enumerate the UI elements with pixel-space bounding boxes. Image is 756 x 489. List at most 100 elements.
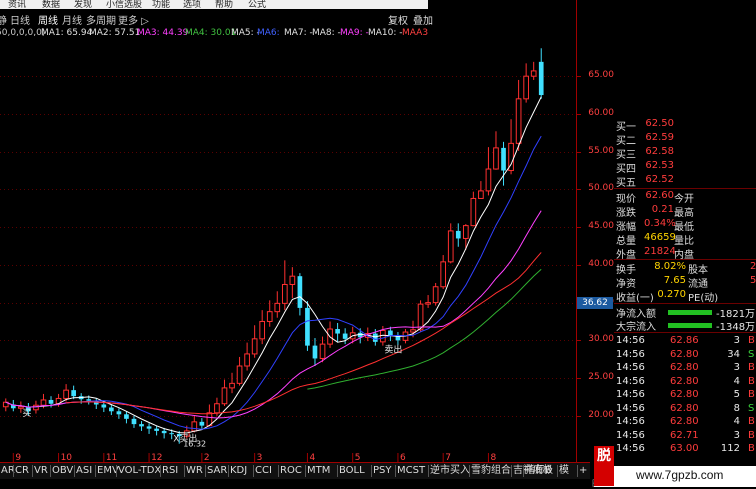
quote-label: 买五: [616, 178, 636, 189]
tab-separator: [337, 465, 338, 477]
quote-label: 外盘: [616, 250, 636, 261]
tick-time: 14:56: [616, 335, 645, 346]
candle: [48, 399, 54, 404]
tab-separator: [371, 465, 372, 477]
indicator-tab-20[interactable]: 指标B: [525, 464, 552, 478]
quote-extra-value: 5: [750, 275, 756, 286]
candle: [161, 430, 167, 434]
tick-row: 14:56 62.80 34 S: [614, 349, 756, 363]
tab-separator: [184, 465, 185, 477]
tab-separator: [253, 465, 254, 477]
quote-label: 买三: [616, 150, 636, 161]
quote-extra-label: 最高: [674, 208, 694, 219]
quote-extra-label: 量比: [674, 236, 694, 247]
price-axis-label: 20.00: [588, 409, 614, 420]
quote-extra-label: 最低: [674, 222, 694, 233]
tab-separator: [160, 465, 161, 477]
candle: [251, 338, 258, 355]
tab-separator: [428, 465, 429, 477]
candle: [410, 329, 416, 333]
indicator-tab-11[interactable]: CCI: [255, 464, 272, 478]
candle: [124, 414, 129, 419]
indicator-tab-21[interactable]: 模: [559, 464, 569, 478]
tab-separator: [50, 465, 51, 477]
tab-separator: [13, 465, 14, 477]
tick-time: 14:56: [616, 348, 645, 360]
tick-price: 62.80: [670, 402, 699, 414]
quote-extra-label: 股本: [688, 265, 708, 276]
tick-time: 14:56: [616, 416, 645, 427]
candle: [40, 399, 47, 406]
quote-label: 买一: [616, 122, 636, 133]
candle: [191, 421, 198, 432]
signal-label: 卖出: [384, 343, 402, 355]
tick-volume: 3: [733, 335, 740, 346]
month-label: 5: [355, 453, 361, 463]
indicator-tab-18[interactable]: 雪豹组合: [471, 464, 511, 478]
indicator-tab-7[interactable]: RSI: [162, 464, 178, 478]
indicator-tab-14[interactable]: BOLL: [339, 464, 365, 478]
candle: [146, 426, 152, 429]
quote-label: 买二: [616, 136, 636, 147]
tick-volume: 3: [733, 429, 740, 441]
quote-row: 买四 62.53: [614, 160, 756, 175]
tick-volume: 5: [733, 389, 740, 400]
site-watermark: 脱 www.7gpzb.com: [594, 446, 756, 487]
candle: [501, 147, 506, 171]
indicator-tab-6[interactable]: VOL-TDX: [118, 464, 161, 478]
quote-extra-value: 2: [750, 261, 756, 272]
watermark-logo: 脱: [594, 446, 614, 486]
price-axis-label: 60.00: [588, 107, 614, 118]
tick-side: B: [748, 375, 755, 387]
candle: [447, 230, 454, 263]
indicator-tab-3[interactable]: OBV: [52, 464, 73, 478]
quote-label: 买四: [616, 164, 636, 175]
quote-value: 7.65: [663, 275, 686, 286]
quote-value: 46659: [644, 232, 676, 243]
tick-price: 62.80: [670, 389, 699, 400]
candle: [319, 343, 326, 359]
quote-row: 买五 62.52: [614, 174, 756, 189]
fund-flow-row: 净流入额 -1821万: [614, 305, 756, 320]
indicator-tab-bar: AR CR VR OBV ASI EMV VOL-TDX RSI WR SAR KDJ CCI ROC M…: [0, 463, 590, 479]
current-price-tag: 36.62: [577, 297, 613, 309]
quote-label: 净资: [616, 279, 636, 290]
candle: [417, 303, 424, 331]
quote-label: 涨跌: [616, 208, 636, 219]
indicator-tab-22[interactable]: +: [579, 464, 587, 478]
month-label: 3: [257, 453, 263, 463]
month-label: 6: [400, 453, 406, 463]
quote-extra-label: 今开: [674, 194, 694, 205]
indicator-tab-1[interactable]: CR: [15, 464, 29, 478]
watermark-text: www.7gpzb.com: [636, 468, 724, 482]
candle: [432, 286, 439, 304]
ma3-line: [5, 210, 542, 419]
indicator-tab-17[interactable]: 逆市买入: [430, 464, 470, 478]
indicator-tab-8[interactable]: WR: [186, 464, 203, 478]
price-axis-label: 25.00: [588, 372, 614, 383]
tick-volume: 3: [733, 362, 740, 373]
indicator-tab-16[interactable]: MCST: [397, 464, 425, 478]
quote-row: 总量 46659 量比: [614, 232, 756, 247]
candle: [281, 283, 288, 304]
indicator-tab-2[interactable]: VR: [34, 464, 48, 478]
candle: [530, 70, 537, 77]
indicator-tab-15[interactable]: PSY: [373, 464, 392, 478]
tab-separator: [577, 465, 578, 477]
candle: [109, 407, 114, 412]
quote-label: 收益(一): [616, 293, 654, 304]
price-axis-label: 30.00: [588, 334, 614, 345]
candle: [425, 302, 431, 305]
indicator-tab-4[interactable]: ASI: [76, 464, 92, 478]
tab-separator: [557, 465, 558, 477]
indicator-tab-9[interactable]: SAR: [207, 464, 227, 478]
candle: [71, 390, 76, 397]
quote-row: 涨幅 0.34% 最低: [614, 218, 756, 233]
indicator-tab-13[interactable]: MTM: [307, 464, 330, 478]
indicator-tab-10[interactable]: KDJ: [230, 464, 247, 478]
tick-volume: 8: [733, 402, 740, 414]
tick-row: 14:56 62.80 5 B: [614, 389, 756, 403]
fund-flow-value: -1348万: [716, 322, 756, 333]
indicator-tab-12[interactable]: ROC: [280, 464, 302, 478]
tick-side: B: [748, 335, 755, 346]
